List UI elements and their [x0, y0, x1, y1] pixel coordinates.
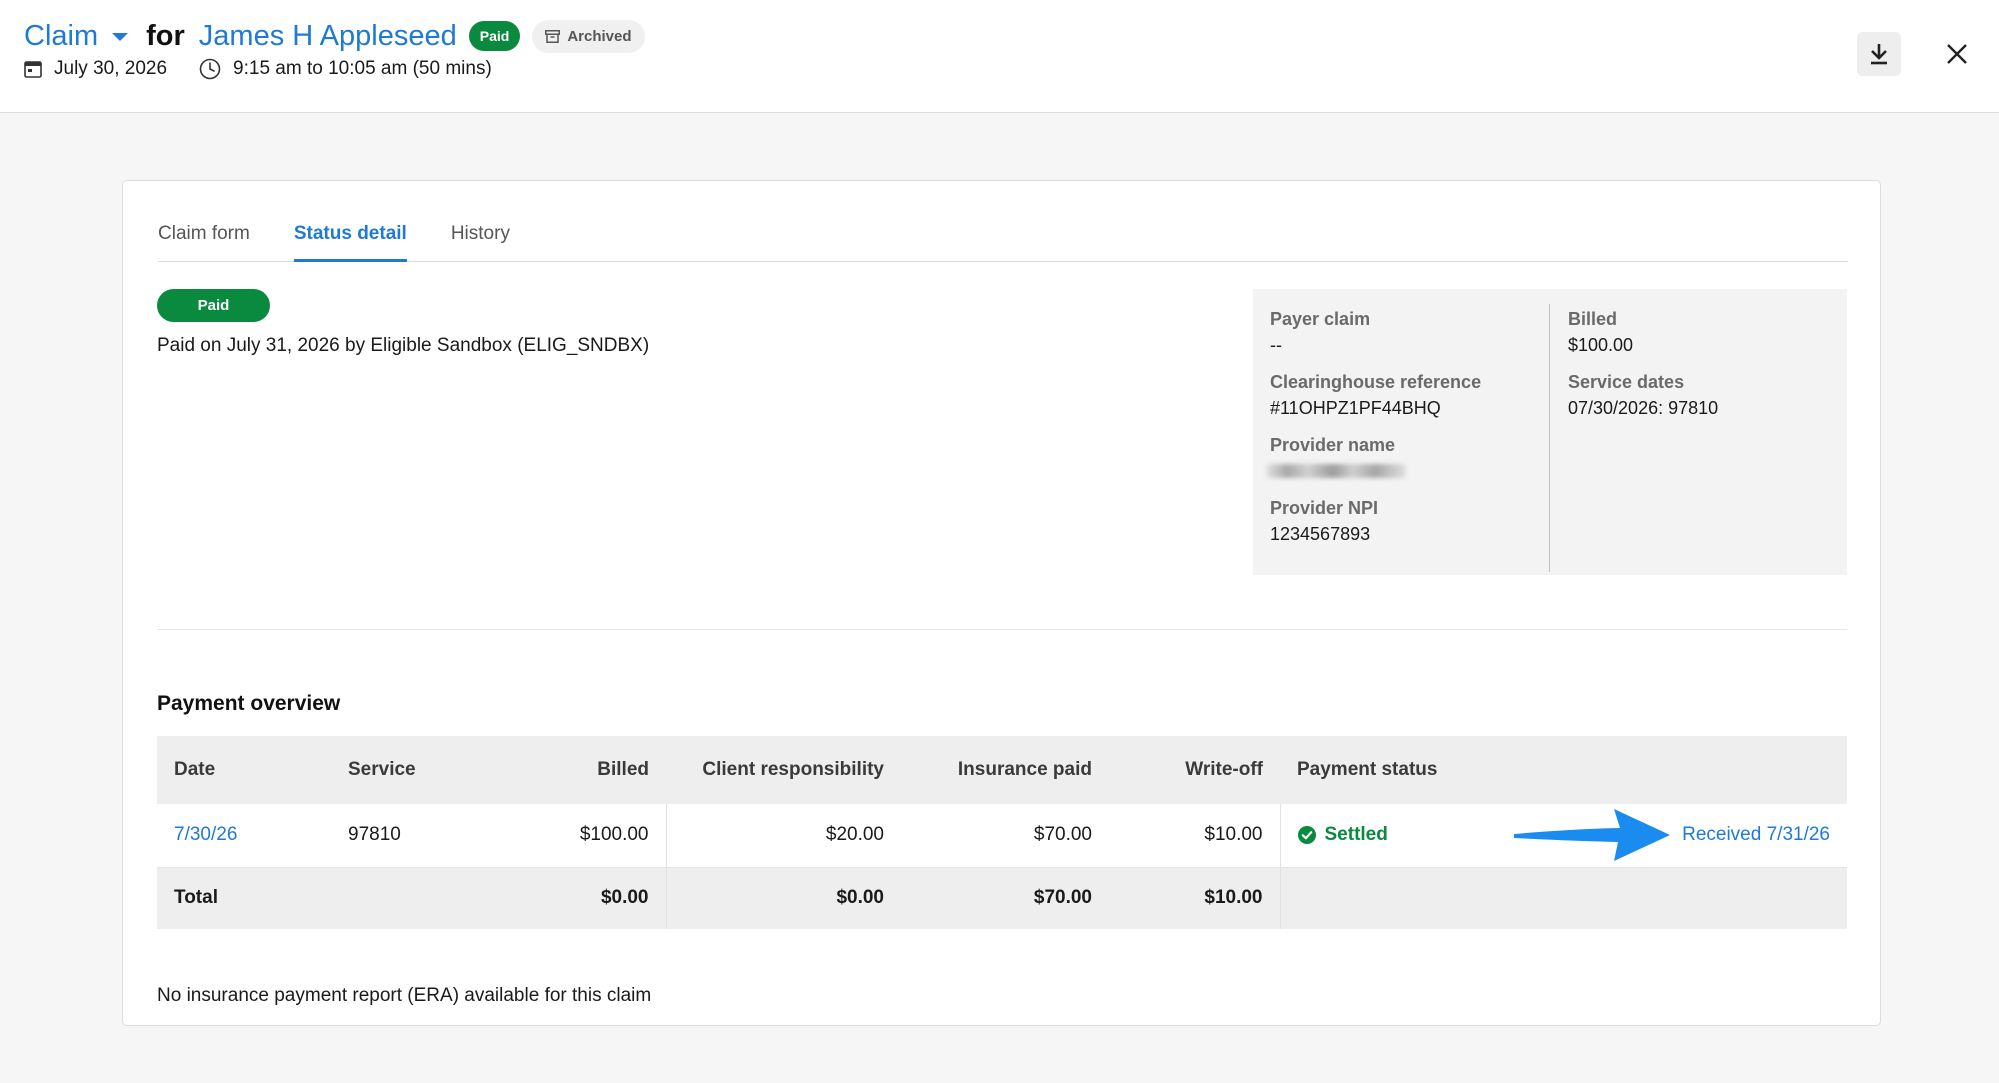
provider-npi-value: 1234567893: [1270, 524, 1371, 544]
provider-npi: Provider NPI 1234567893: [1270, 496, 1550, 559]
appointment-date: July 30, 2026: [54, 58, 168, 79]
column-header-insurance-paid: Insurance paid: [901, 736, 1109, 804]
download-icon: [1871, 44, 1887, 65]
archive-box-icon: [545, 29, 561, 43]
date-link[interactable]: 7/30/26: [174, 824, 237, 845]
total-payment-status: [1280, 867, 1847, 929]
era-note: No insurance payment report (ERA) availa…: [157, 985, 652, 1006]
status-badge: Paid: [157, 289, 270, 322]
clock-icon: [199, 58, 221, 80]
section-divider: [157, 629, 1847, 630]
claim-tabs: Claim form Status detail History: [158, 181, 1848, 262]
provider-name-label: Provider name: [1270, 435, 1396, 455]
total-service: [331, 867, 510, 929]
claim-type-dropdown[interactable]: Claim: [24, 19, 129, 53]
tab-history[interactable]: History: [451, 181, 510, 261]
column-header-date: Date: [157, 736, 331, 804]
received-link[interactable]: Received 7/31/26: [1682, 824, 1830, 846]
payment-overview-title: Payment overview: [157, 692, 341, 715]
billed-label: Billed: [1568, 309, 1618, 329]
client-name-link[interactable]: James H Appleseed: [199, 20, 457, 53]
payer-claim-label: Payer claim: [1270, 309, 1371, 329]
info-column-right: Billed $100.00 Service dates 07/30/2026:…: [1568, 307, 1828, 433]
service-dates-value: 07/30/2026: 97810: [1568, 398, 1719, 418]
claim-info-panel: Payer claim -- Clearinghouse reference #…: [1253, 289, 1847, 575]
claim-detail-card: Claim form Status detail History Paid Pa…: [122, 180, 1881, 1026]
cell-billed: $100.00: [510, 804, 667, 868]
table-row: 7/30/26 97810 $100.00 $20.00 $70.00 $10.…: [157, 804, 1847, 868]
total-write-off: $10.00: [1109, 867, 1281, 929]
service-dates: Service dates 07/30/2026: 97810: [1568, 370, 1828, 433]
calendar-icon: [24, 61, 42, 78]
appointment-time: 9:15 am to 10:05 am (50 mins): [233, 58, 492, 79]
settled-label: Settled: [1324, 824, 1388, 846]
tab-status-detail[interactable]: Status detail: [293, 181, 407, 262]
blue-arrow-icon: [1514, 809, 1671, 862]
download-button[interactable]: [1857, 32, 1901, 76]
check-circle-icon: [1297, 826, 1316, 845]
cell-insurance-paid: $70.00: [901, 804, 1109, 868]
settled-status: Settled: [1297, 824, 1388, 846]
payer-claim: Payer claim --: [1270, 307, 1550, 370]
clearinghouse-value: #11OHPZ1PF44BHQ: [1270, 398, 1441, 418]
cell-payment-status: Settled Received 7/31/26: [1280, 804, 1847, 868]
for-label: for: [146, 19, 185, 52]
claim-header: Claim for James H Appleseed Paid Archive…: [0, 0, 1999, 113]
billed-value: $100.00: [1568, 335, 1634, 355]
received-wrap: Received 7/31/26: [1512, 807, 1830, 863]
payer-claim-value: --: [1270, 335, 1282, 355]
billed-amount: Billed $100.00: [1568, 307, 1828, 370]
cell-client-responsibility: $20.00: [666, 804, 901, 868]
column-header-payment-status: Payment status: [1280, 736, 1847, 804]
info-divider: [1549, 304, 1550, 572]
provider-name: Provider name: [1266, 433, 1550, 496]
status-description: Paid on July 31, 2026 by Eligible Sandbo…: [157, 335, 650, 356]
close-button[interactable]: [1940, 37, 1974, 71]
claim-type-label: Claim: [24, 19, 99, 52]
table-total-row: Total $0.00 $0.00 $70.00 $10.00: [157, 867, 1847, 929]
total-billed: $0.00: [510, 867, 667, 929]
provider-npi-label: Provider NPI: [1270, 498, 1379, 518]
provider-name-value: [1266, 457, 1550, 486]
tab-claim-form[interactable]: Claim form: [158, 181, 250, 261]
service-dates-label: Service dates: [1568, 372, 1685, 392]
cell-write-off: $10.00: [1109, 804, 1281, 868]
cell-date: 7/30/26: [157, 804, 331, 868]
total-client-responsibility: $0.00: [666, 867, 901, 929]
claim-title: Claim for James H Appleseed Paid Archive…: [24, 16, 645, 56]
close-icon: [1947, 44, 1967, 64]
clearinghouse-reference: Clearinghouse reference #11OHPZ1PF44BHQ: [1270, 370, 1550, 433]
payment-status-wrap: Settled Received 7/31/26: [1297, 807, 1830, 863]
column-header-service: Service: [331, 736, 510, 804]
column-header-client-responsibility: Client responsibility: [666, 736, 901, 804]
total-insurance-paid: $70.00: [901, 867, 1109, 929]
column-header-billed: Billed: [510, 736, 666, 804]
payment-overview-table: Date Service Billed Client responsibilit…: [157, 736, 1847, 929]
clearinghouse-label: Clearinghouse reference: [1270, 372, 1482, 392]
redacted-provider-name: [1266, 464, 1406, 478]
info-column-left: Payer claim -- Clearinghouse reference #…: [1266, 307, 1550, 559]
chevron-down-icon: [112, 33, 129, 41]
appointment-meta: July 30, 2026 9:15 am to 10:05 am (50 mi…: [24, 56, 492, 82]
archived-badge: Archived: [532, 19, 645, 53]
table-header-row: Date Service Billed Client responsibilit…: [157, 736, 1847, 804]
paid-badge: Paid: [468, 21, 521, 51]
cell-service: 97810: [331, 804, 510, 868]
column-header-write-off: Write-off: [1109, 736, 1280, 804]
total-label: Total: [157, 867, 331, 929]
archived-label: Archived: [567, 27, 632, 45]
